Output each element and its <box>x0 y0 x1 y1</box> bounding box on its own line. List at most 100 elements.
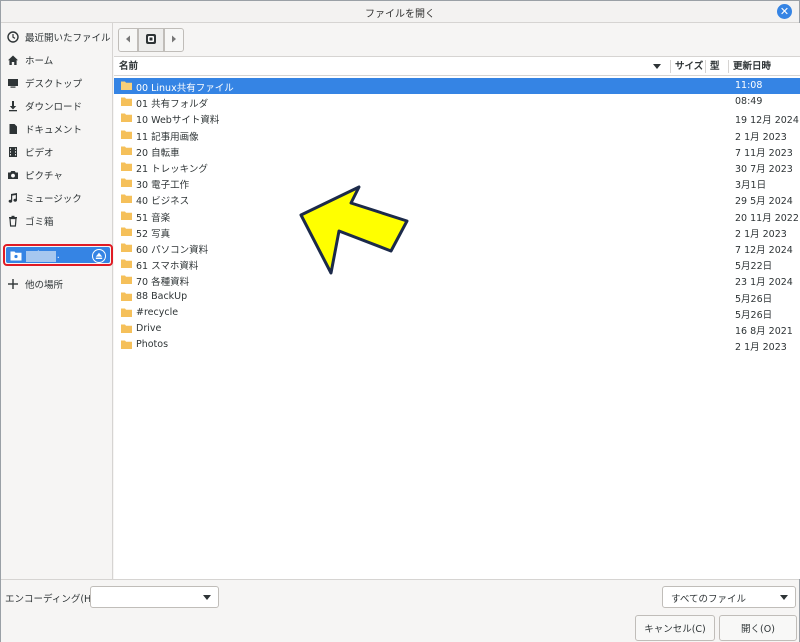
table-row[interactable]: 00 Linux共有ファイル 11:08 <box>114 78 800 94</box>
encoding-select[interactable] <box>90 586 219 608</box>
table-row[interactable]: 40 ビジネス 29 5月 2024 <box>114 191 800 207</box>
trash-icon <box>7 215 19 227</box>
file-name: 01 共有フォルダ <box>136 99 209 111</box>
column-header-name[interactable]: 名前 <box>114 57 670 76</box>
file-name: Photos <box>136 339 169 351</box>
sidebar-item-other-locations[interactable]: 他の場所 <box>1 273 112 295</box>
table-row[interactable]: 70 各種資料 23 1月 2024 <box>114 272 800 288</box>
sidebar-item-label: ホーム <box>25 56 54 67</box>
encoding-label: エンコーディング(H): <box>5 594 99 605</box>
places-sidebar: 最近開いたファイル ホーム デスクトップ ダウンロード ドキュメント ビデオ ピ… <box>1 23 113 579</box>
table-row[interactable]: 21 トレッキング 30 7月 2023 <box>114 159 800 175</box>
drive-icon <box>145 33 157 48</box>
table-row[interactable]: Photos 2 1月 2023 <box>114 337 800 353</box>
file-open-dialog: ファイルを開く ✕ 最近開いたファイル ホーム デスクトップ ダウンロード ドキ… <box>0 0 800 642</box>
file-modified: 16 8月 2021 <box>735 326 793 337</box>
folder-icon <box>121 146 132 155</box>
folder-icon <box>121 259 132 269</box>
file-modified: 29 5月 2024 <box>735 196 793 208</box>
sidebar-item-downloads[interactable]: ダウンロード <box>1 95 112 117</box>
sidebar-item-home[interactable]: ホーム <box>1 49 112 71</box>
redacted-name <box>26 251 56 262</box>
file-modified: 19 12月 2024 <box>735 115 799 127</box>
file-name: 61 スマホ資料 <box>136 261 199 273</box>
folder-icon <box>121 81 132 90</box>
sidebar-item-pictures[interactable]: ピクチャ <box>1 164 112 186</box>
chevron-down-icon <box>780 595 788 600</box>
sidebar-item-recent[interactable]: 最近開いたファイル <box>1 26 112 48</box>
folder-icon <box>121 130 132 139</box>
table-row[interactable]: 10 Webサイト資料 19 12月 2024 <box>114 110 800 126</box>
folder-icon <box>121 340 132 350</box>
table-row[interactable]: 52 写真 2 1月 2023 <box>114 224 800 240</box>
sidebar-item-label: 他の場所 <box>25 280 64 291</box>
file-modified: 5月26日 <box>735 293 773 305</box>
camera-icon <box>7 169 19 181</box>
plus-icon <box>7 278 19 290</box>
arrow-shape <box>299 185 409 275</box>
sidebar-item-music[interactable]: ミュージック <box>1 187 112 209</box>
file-name: 40 ビジネス <box>136 196 190 208</box>
file-modified: 7 12月 2024 <box>735 245 793 256</box>
path-bar <box>114 23 800 57</box>
sidebar-item-documents[interactable]: ドキュメント <box>1 118 112 140</box>
close-button[interactable]: ✕ <box>777 4 792 19</box>
forward-button[interactable] <box>164 28 184 52</box>
sidebar-item-label: ダウンロード <box>25 102 83 113</box>
table-row[interactable]: 30 電子工作 3月1日 <box>114 175 800 191</box>
path-segment-current[interactable] <box>138 28 164 52</box>
file-name: 30 電子工作 <box>136 180 190 192</box>
back-button[interactable] <box>118 28 138 52</box>
sidebar-item-label: 最近開いたファイル <box>25 33 111 44</box>
file-modified: 23 1月 2024 <box>735 277 793 289</box>
table-row[interactable]: 11 記事用画像 2 1月 2023 <box>114 127 800 143</box>
file-name: 00 Linux共有ファイル <box>136 83 234 94</box>
file-modified: 5月22日 <box>735 261 773 273</box>
home-icon <box>7 54 19 66</box>
eject-icon[interactable] <box>92 249 106 263</box>
table-row[interactable]: 51 音楽 20 11月 2022 <box>114 208 800 224</box>
table-row[interactable]: 88 BackUp 5月26日 <box>114 289 800 305</box>
table-row[interactable]: 01 共有フォルダ 08:49 <box>114 94 800 110</box>
folder-icon <box>121 97 132 107</box>
open-button[interactable]: 開く(O) <box>719 615 797 641</box>
table-row[interactable]: 61 スマホ資料 5月22日 <box>114 256 800 272</box>
cancel-button[interactable]: キャンセル(C) <box>635 615 715 641</box>
chevron-right-icon <box>171 35 177 46</box>
file-name: #recycle <box>136 306 179 318</box>
sidebar-item-desktop[interactable]: デスクトップ <box>1 72 112 94</box>
network-folder-icon <box>10 250 22 264</box>
file-name: 70 各種資料 <box>136 277 190 289</box>
sidebar-item-network-location[interactable]: loc... <box>3 244 113 266</box>
music-icon <box>7 192 19 204</box>
column-header-type[interactable]: 型 <box>705 57 729 76</box>
chevron-left-icon <box>125 35 131 46</box>
file-name: 10 Webサイト資料 <box>136 115 220 127</box>
sidebar-item-videos[interactable]: ビデオ <box>1 141 112 163</box>
table-row[interactable]: 20 自転車 7 11月 2023 <box>114 143 800 159</box>
sidebar-item-label: デスクトップ <box>25 79 83 90</box>
document-icon <box>7 123 19 135</box>
sidebar-item-label: ゴミ箱 <box>25 217 54 228</box>
column-header-size[interactable]: サイズ <box>670 57 706 76</box>
file-modified: 7 11月 2023 <box>735 147 793 159</box>
sort-arrow-icon <box>653 64 661 69</box>
column-header-modified[interactable]: 更新日時 <box>728 57 800 76</box>
chevron-down-icon <box>203 595 211 600</box>
annotation-arrow <box>299 185 409 275</box>
download-icon <box>7 100 19 112</box>
sidebar-item-label: ミュージック <box>25 194 82 205</box>
file-modified: 2 1月 2023 <box>735 131 787 143</box>
folder-icon <box>121 324 132 333</box>
file-filter-select[interactable]: すべてのファイル <box>662 586 796 608</box>
video-icon <box>7 146 19 158</box>
sidebar-item-trash[interactable]: ゴミ箱 <box>1 210 112 232</box>
title-bar: ファイルを開く ✕ <box>1 1 799 23</box>
table-row[interactable]: #recycle 5月26日 <box>114 305 800 321</box>
file-name: 60 パソコン資料 <box>136 245 209 256</box>
table-row[interactable]: Drive 16 8月 2021 <box>114 321 800 337</box>
file-name: 20 自転車 <box>136 147 180 159</box>
folder-icon <box>121 243 132 252</box>
table-row[interactable]: 60 パソコン資料 7 12月 2024 <box>114 240 800 256</box>
file-modified: 2 1月 2023 <box>735 228 787 240</box>
